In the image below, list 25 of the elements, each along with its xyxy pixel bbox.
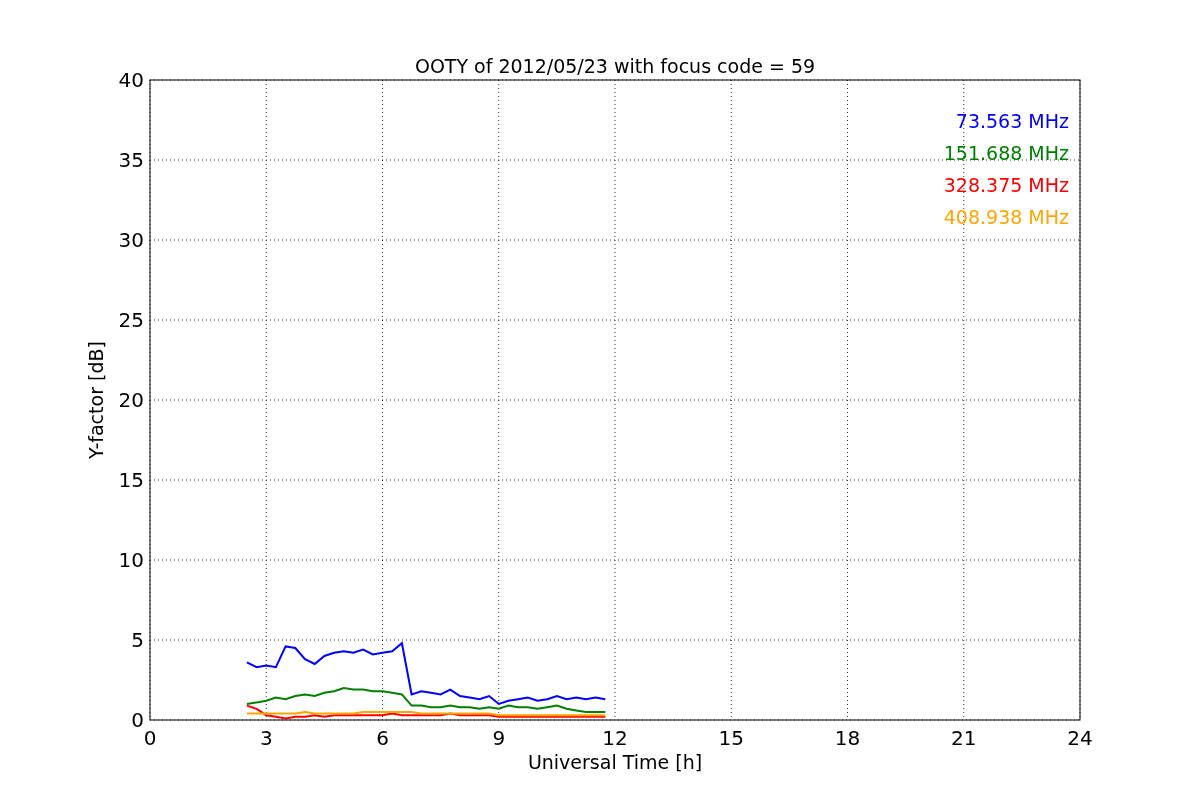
tick-label: 30 [118, 228, 144, 252]
legend-label: 328.375 MHz [943, 174, 1069, 196]
tick-label: 0 [143, 726, 157, 750]
tick-label: 20 [118, 388, 144, 412]
tick-label: 6 [376, 726, 389, 750]
chart-title: OOTY of 2012/05/23 with focus code = 59 [414, 55, 816, 77]
tick-label: 21 [951, 726, 977, 750]
tick-label: 12 [602, 726, 628, 750]
tick-label: 9 [492, 726, 506, 750]
legend-label: 73.563 MHz [955, 110, 1069, 132]
tick-label: 40 [118, 68, 144, 92]
tick-label: 0 [131, 708, 144, 732]
axis-label: Universal Time [h] [527, 751, 703, 773]
tick-label: 3 [259, 726, 273, 750]
tick-label: 25 [118, 308, 144, 332]
tick-label: 15 [718, 726, 744, 750]
legend-label: 408.938 MHz [943, 206, 1069, 228]
tick-label: 5 [131, 628, 144, 652]
tick-label: 18 [834, 726, 861, 750]
legend-label: 151.688 MHz [943, 142, 1069, 164]
tick-label: 10 [118, 548, 144, 572]
axis-label: Y-factor [dB] [85, 341, 107, 459]
tick-label: 15 [118, 468, 144, 492]
tick-label: 35 [118, 148, 144, 172]
tick-label: 24 [1067, 726, 1093, 750]
